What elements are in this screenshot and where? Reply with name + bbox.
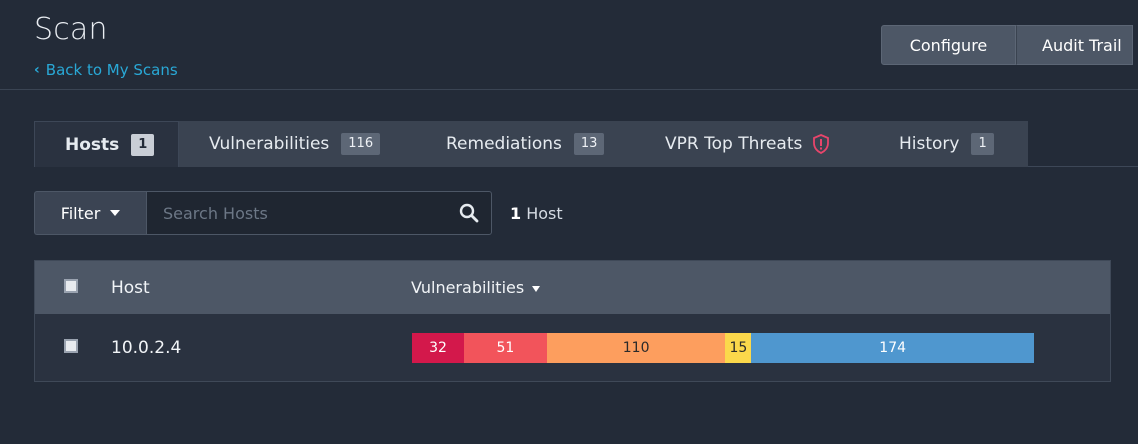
tab-remediations-badge: 13 — [573, 133, 605, 155]
tab-vulnerabilities-label: Vulnerabilities — [209, 134, 330, 154]
filter-row: Filter 1 Host — [34, 191, 563, 235]
host-count: 1 Host — [510, 204, 563, 223]
vulnerability-severity-bar: 32 51 110 15 174 — [412, 333, 1034, 363]
severity-high-segment[interactable]: 51 — [463, 333, 547, 363]
severity-medium-segment[interactable]: 110 — [546, 333, 726, 363]
back-to-my-scans-link[interactable]: ‹ Back to My Scans — [34, 61, 178, 79]
tab-hosts-label: Hosts — [65, 134, 120, 155]
shield-alert-icon — [813, 134, 830, 154]
tab-vpr-top-threats[interactable]: VPR Top Threats — [635, 121, 869, 167]
caret-down-icon — [110, 210, 121, 216]
host-ip[interactable]: 10.0.2.4 — [111, 338, 181, 358]
page-title: Scan — [34, 12, 108, 47]
filter-dropdown-button[interactable]: Filter — [34, 191, 146, 235]
scan-tabs: Hosts 1 Vulnerabilities 116 Remediations… — [34, 121, 1028, 167]
chevron-left-icon: ‹ — [34, 62, 40, 78]
severity-low-segment[interactable]: 15 — [725, 333, 752, 363]
sort-desc-icon — [532, 285, 541, 292]
tab-history[interactable]: History 1 — [869, 121, 1028, 167]
search-hosts-input[interactable] — [163, 203, 443, 223]
vulnerabilities-column-header[interactable]: Vulnerabilities — [411, 278, 541, 297]
table-row[interactable]: 10.0.2.4 32 51 110 15 174 — [35, 314, 1110, 381]
table-header: Host Vulnerabilities — [35, 261, 1110, 314]
search-box — [146, 191, 492, 235]
row-checkbox[interactable] — [64, 339, 78, 353]
vulnerabilities-header-label: Vulnerabilities — [411, 278, 525, 297]
filter-label: Filter — [60, 203, 101, 223]
configure-button[interactable]: Configure — [881, 25, 1016, 65]
select-all-checkbox[interactable] — [64, 279, 78, 293]
audit-trail-button[interactable]: Audit Trail — [1016, 25, 1133, 65]
severity-critical-segment[interactable]: 32 — [412, 333, 464, 363]
host-column-header[interactable]: Host — [111, 278, 150, 298]
search-icon[interactable] — [459, 203, 479, 223]
host-count-label: Host — [526, 203, 563, 223]
hosts-table: Host Vulnerabilities 10.0.2.4 32 51 110 … — [34, 260, 1111, 382]
page-header: Scan ‹ Back to My Scans Configure Audit … — [0, 0, 1138, 90]
tab-remediations-label: Remediations — [446, 134, 562, 154]
severity-info-segment[interactable]: 174 — [751, 333, 1034, 363]
back-link-label: Back to My Scans — [45, 61, 178, 79]
tab-vulnerabilities-badge: 116 — [341, 133, 381, 155]
tab-remediations[interactable]: Remediations 13 — [416, 121, 635, 167]
tab-vulnerabilities[interactable]: Vulnerabilities 116 — [179, 121, 416, 167]
tab-hosts-badge: 1 — [131, 133, 155, 156]
tab-history-label: History — [899, 134, 960, 154]
tab-history-badge: 1 — [971, 133, 994, 155]
host-count-number: 1 — [510, 203, 522, 223]
tab-vpr-top-threats-label: VPR Top Threats — [665, 134, 803, 154]
tab-hosts[interactable]: Hosts 1 — [34, 121, 179, 167]
header-button-group: Configure Audit Trail — [881, 25, 1133, 65]
